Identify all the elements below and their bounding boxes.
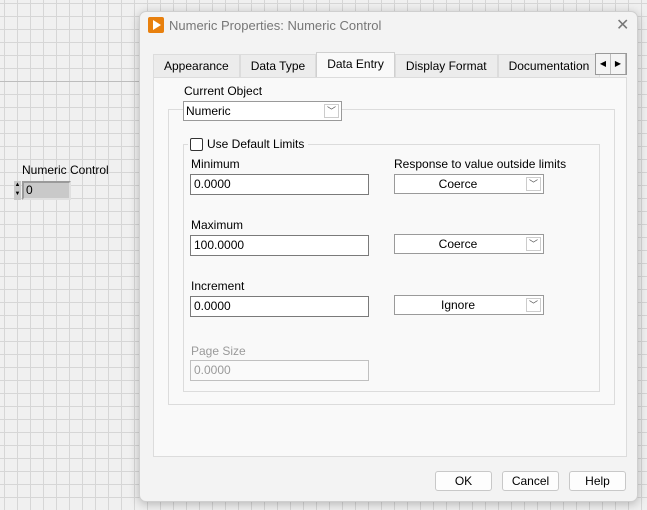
page-size-input: 0.0000 — [190, 360, 369, 381]
increment-decrement-icon[interactable]: ▲ ▼ — [14, 181, 21, 200]
minimum-response-value: Coerce — [438, 177, 478, 191]
increment-input[interactable]: 0.0000 — [190, 296, 369, 317]
canvas-divider — [0, 81, 139, 82]
chevron-down-icon[interactable]: ﹀ — [526, 177, 541, 191]
maximum-label: Maximum — [191, 218, 244, 232]
data-entry-panel: Current Object Numeric ﹀ Use Default Lim… — [153, 77, 627, 457]
close-icon[interactable]: ✕ — [616, 15, 629, 35]
minimum-label: Minimum — [191, 157, 240, 171]
properties-dialog: Numeric Properties: Numeric Control ✕ Ap… — [139, 11, 638, 502]
maximum-input[interactable]: 100.0000 — [190, 235, 369, 256]
use-default-limits-checkbox[interactable] — [190, 137, 203, 151]
page-size-label: Page Size — [191, 344, 246, 358]
increment-label: Increment — [191, 279, 245, 293]
increment-response-value: Ignore — [440, 298, 476, 312]
numeric-control[interactable]: ▲ ▼ 0 — [14, 181, 71, 200]
maximum-response-value: Coerce — [438, 237, 478, 251]
minimum-input[interactable]: 0.0000 — [190, 174, 369, 195]
tab-documentation[interactable]: Documentation — [497, 54, 601, 77]
response-label: Response to value outside limits — [394, 157, 567, 171]
minimum-response-select[interactable]: Coerce ﹀ — [394, 174, 544, 194]
cancel-button[interactable]: Cancel — [502, 471, 559, 491]
ok-button[interactable]: OK — [435, 471, 492, 491]
tab-data-type[interactable]: Data Type — [239, 54, 317, 77]
numeric-control-value[interactable]: 0 — [22, 181, 71, 200]
chevron-down-icon[interactable]: ﹀ — [526, 298, 541, 312]
current-object-label: Current Object — [184, 84, 263, 98]
tab-bar: Appearance Data Type Data Entry Display … — [153, 52, 601, 77]
maximum-response-select[interactable]: Coerce ﹀ — [394, 234, 544, 254]
current-object-value: Numeric — [186, 104, 231, 118]
numeric-control-label: Numeric Control — [22, 163, 109, 177]
tab-data-entry[interactable]: Data Entry — [316, 52, 395, 77]
use-default-limits[interactable]: Use Default Limits — [188, 137, 309, 151]
use-default-limits-label: Use Default Limits — [207, 137, 305, 151]
tab-display-format[interactable]: Display Format — [394, 54, 498, 77]
current-object-select[interactable]: Numeric ﹀ — [183, 101, 342, 121]
tab-scroll-left-icon[interactable]: ◀ — [596, 54, 611, 74]
tab-appearance[interactable]: Appearance — [153, 54, 240, 77]
chevron-down-icon[interactable]: ﹀ — [324, 104, 339, 118]
help-button[interactable]: Help — [569, 471, 626, 491]
increment-response-select[interactable]: Ignore ﹀ — [394, 295, 544, 315]
chevron-down-icon[interactable]: ﹀ — [526, 237, 541, 251]
dialog-title: Numeric Properties: Numeric Control — [169, 18, 382, 33]
tab-scroll-right-icon[interactable]: ▶ — [611, 54, 626, 74]
tab-scroll: ◀ ▶ — [595, 53, 627, 75]
labview-icon — [148, 17, 164, 33]
